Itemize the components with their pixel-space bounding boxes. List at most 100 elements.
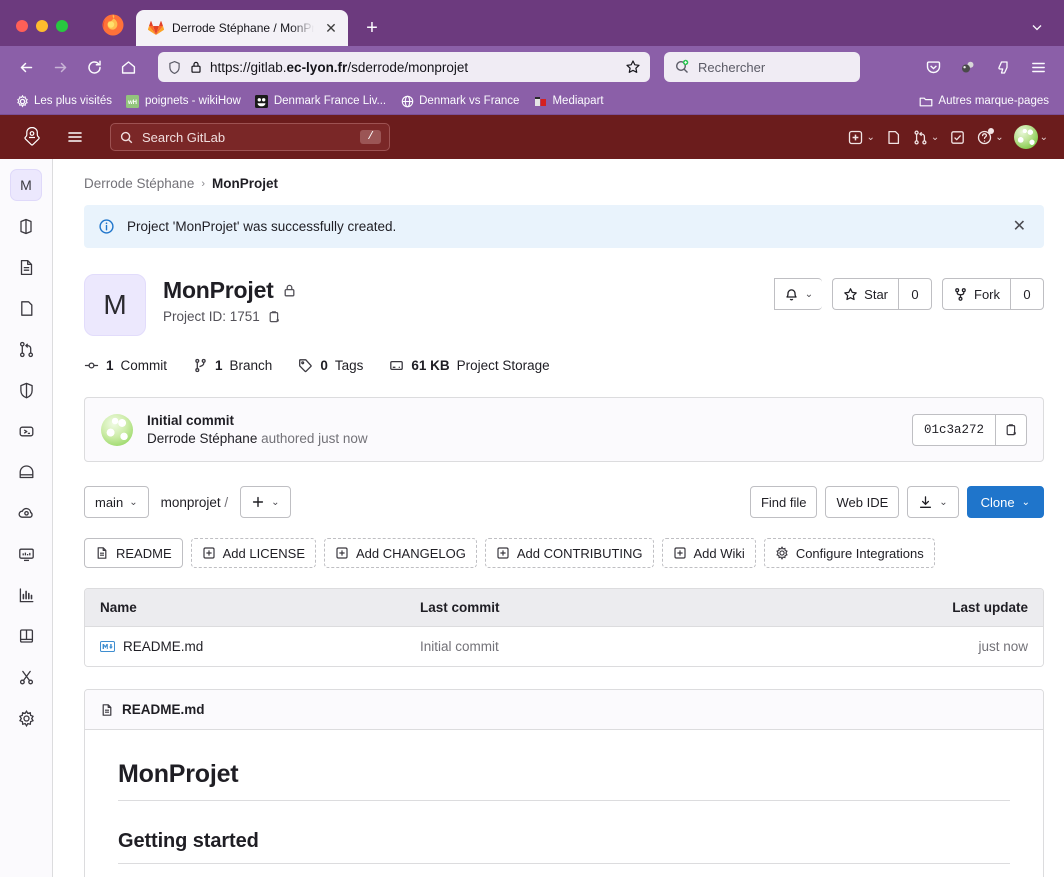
file-doc-icon: [95, 546, 109, 560]
quick-action-label: Add LICENSE: [222, 545, 305, 561]
stat-storage[interactable]: 61 KB Project Storage: [389, 358, 550, 373]
home-icon[interactable]: [112, 51, 144, 83]
find-file-button[interactable]: Find file: [749, 486, 818, 518]
breadcrumb-current[interactable]: MonProjet: [212, 176, 278, 191]
help-menu[interactable]: ⌄: [972, 125, 1007, 150]
stat-tags[interactable]: 0 Tags: [298, 358, 363, 373]
bookmark-item[interactable]: Denmark vs France: [393, 92, 526, 110]
user-menu[interactable]: ⌄: [1010, 121, 1052, 153]
bell-icon[interactable]: ⌄: [773, 278, 823, 310]
quick-action-configure-integrations[interactable]: Configure Integrations: [763, 538, 935, 568]
merge-requests-menu[interactable]: ⌄: [908, 125, 943, 150]
sidebar-item-settings[interactable]: [10, 702, 42, 734]
download-source-button[interactable]: ⌄: [907, 486, 959, 518]
breadcrumb-owner[interactable]: Derrode Stéphane: [84, 176, 194, 191]
clone-button[interactable]: Clone ⌄: [966, 486, 1044, 518]
window-minimize-button[interactable]: [36, 20, 48, 32]
plus-square-icon: [673, 546, 687, 560]
account-icon[interactable]: [952, 51, 984, 83]
bookmark-item[interactable]: Mediapart: [526, 92, 610, 110]
commit-sha-group: 01c3a272: [911, 413, 1027, 446]
sidebar-item-issues[interactable]: [10, 292, 42, 324]
sidebar-item-snippets[interactable]: [10, 661, 42, 693]
tab-list-menu[interactable]: [1030, 20, 1058, 46]
alert-message: Project 'MonProjet' was successfully cre…: [127, 219, 397, 234]
gitlab-logo-icon[interactable]: [20, 125, 44, 149]
search-bar[interactable]: Rechercher: [664, 52, 860, 82]
repo-name[interactable]: monprojet: [161, 495, 221, 510]
todos-link[interactable]: [945, 125, 970, 150]
copy-icon[interactable]: [995, 413, 1027, 446]
path-separator: /: [224, 494, 229, 510]
sidebar-item-deploy[interactable]: [10, 456, 42, 488]
sidebar-item-code[interactable]: [10, 251, 42, 283]
gitlab-top-bar: Search GitLab / ⌄ ⌄ ⌄ ⌄: [0, 115, 1064, 159]
table-row[interactable]: README.md Initial commit just now: [85, 627, 1043, 666]
star-button[interactable]: Star: [832, 278, 898, 310]
sidebar-item-manage[interactable]: [10, 210, 42, 242]
stat-storage-label: Project Storage: [456, 358, 550, 373]
gitlab-search-input[interactable]: Search GitLab /: [110, 123, 390, 151]
stat-branches-value: 1: [215, 358, 223, 373]
notifications-dropdown[interactable]: ⌄: [773, 278, 823, 310]
file-last-commit[interactable]: Initial commit: [420, 639, 918, 654]
branch-selector[interactable]: main ⌄: [84, 486, 149, 518]
sidebar-item-wiki[interactable]: [10, 620, 42, 652]
fork-count[interactable]: 0: [1010, 278, 1044, 310]
window-traffic-lights: [6, 20, 78, 46]
back-icon[interactable]: [10, 51, 42, 83]
quick-action-add-changelog[interactable]: Add CHANGELOG: [324, 538, 477, 568]
stat-branches[interactable]: 1 Branch: [193, 358, 272, 373]
browser-toolbar-actions: [917, 51, 1054, 83]
web-ide-button[interactable]: Web IDE: [825, 486, 900, 518]
extensions-icon[interactable]: [987, 51, 1019, 83]
commit-author[interactable]: Derrode Stéphane: [147, 431, 257, 446]
sidebar-item-monitor[interactable]: [10, 538, 42, 570]
stat-branches-label: Branch: [229, 358, 273, 373]
window-close-button[interactable]: [16, 20, 28, 32]
sidebar-item-analyze[interactable]: [10, 579, 42, 611]
sidebar-project-avatar[interactable]: M: [10, 169, 42, 201]
commit-sha[interactable]: 01c3a272: [911, 413, 995, 446]
bookmark-item[interactable]: Les plus visités: [8, 92, 119, 110]
star-button-group: Star 0: [832, 278, 932, 310]
bookmark-item[interactable]: wH poignets - wikiHow: [119, 92, 248, 110]
url-bar[interactable]: https://gitlab.ec-lyon.fr/sderrode/monpr…: [158, 52, 650, 82]
bookmark-item[interactable]: Denmark France Liv...: [248, 92, 393, 110]
window-maximize-button[interactable]: [56, 20, 68, 32]
add-to-tree-button[interactable]: ⌄: [240, 486, 291, 518]
bookmark-label: poignets - wikiHow: [144, 95, 241, 107]
main-menu-icon[interactable]: [60, 122, 90, 152]
file-name[interactable]: README.md: [123, 639, 203, 654]
browser-tab[interactable]: Derrode Stéphane / MonProjet · ✕: [136, 10, 348, 46]
sidebar-item-build[interactable]: [10, 415, 42, 447]
fork-button[interactable]: Fork: [942, 278, 1010, 310]
project-id-label: Project ID: 1751: [163, 309, 260, 324]
close-icon[interactable]: ✕: [322, 19, 340, 37]
sidebar-item-merge-requests[interactable]: [10, 333, 42, 365]
quick-action-add-license[interactable]: Add LICENSE: [190, 538, 316, 568]
other-bookmarks-folder[interactable]: Autres marque-pages: [912, 92, 1056, 110]
sidebar-item-operate[interactable]: [10, 497, 42, 529]
readme-header-label[interactable]: README.md: [122, 702, 205, 717]
close-icon[interactable]: ✕: [1009, 218, 1030, 235]
create-new-menu[interactable]: ⌄: [843, 125, 878, 150]
stat-commits[interactable]: 1 Commit: [84, 358, 167, 373]
tag-icon: [298, 358, 313, 373]
quick-action-add-contributing[interactable]: Add CONTRIBUTING: [484, 538, 654, 568]
new-tab-button[interactable]: +: [356, 12, 388, 44]
copy-icon[interactable]: [267, 310, 281, 324]
app-menu-icon[interactable]: [1022, 51, 1054, 83]
star-count[interactable]: 0: [898, 278, 932, 310]
forward-icon[interactable]: [44, 51, 76, 83]
quick-action-add-wiki[interactable]: Add Wiki: [661, 538, 756, 568]
gitlab-icon: [148, 20, 164, 36]
reload-icon[interactable]: [78, 51, 110, 83]
bookmark-star-icon[interactable]: [625, 59, 641, 75]
pocket-icon[interactable]: [917, 51, 949, 83]
issues-link[interactable]: [881, 125, 906, 150]
project-info: MonProjet Project ID: 1751: [163, 274, 757, 324]
sidebar-item-secure[interactable]: [10, 374, 42, 406]
quick-action-readme[interactable]: README: [84, 538, 183, 568]
commit-title[interactable]: Initial commit: [147, 413, 898, 428]
